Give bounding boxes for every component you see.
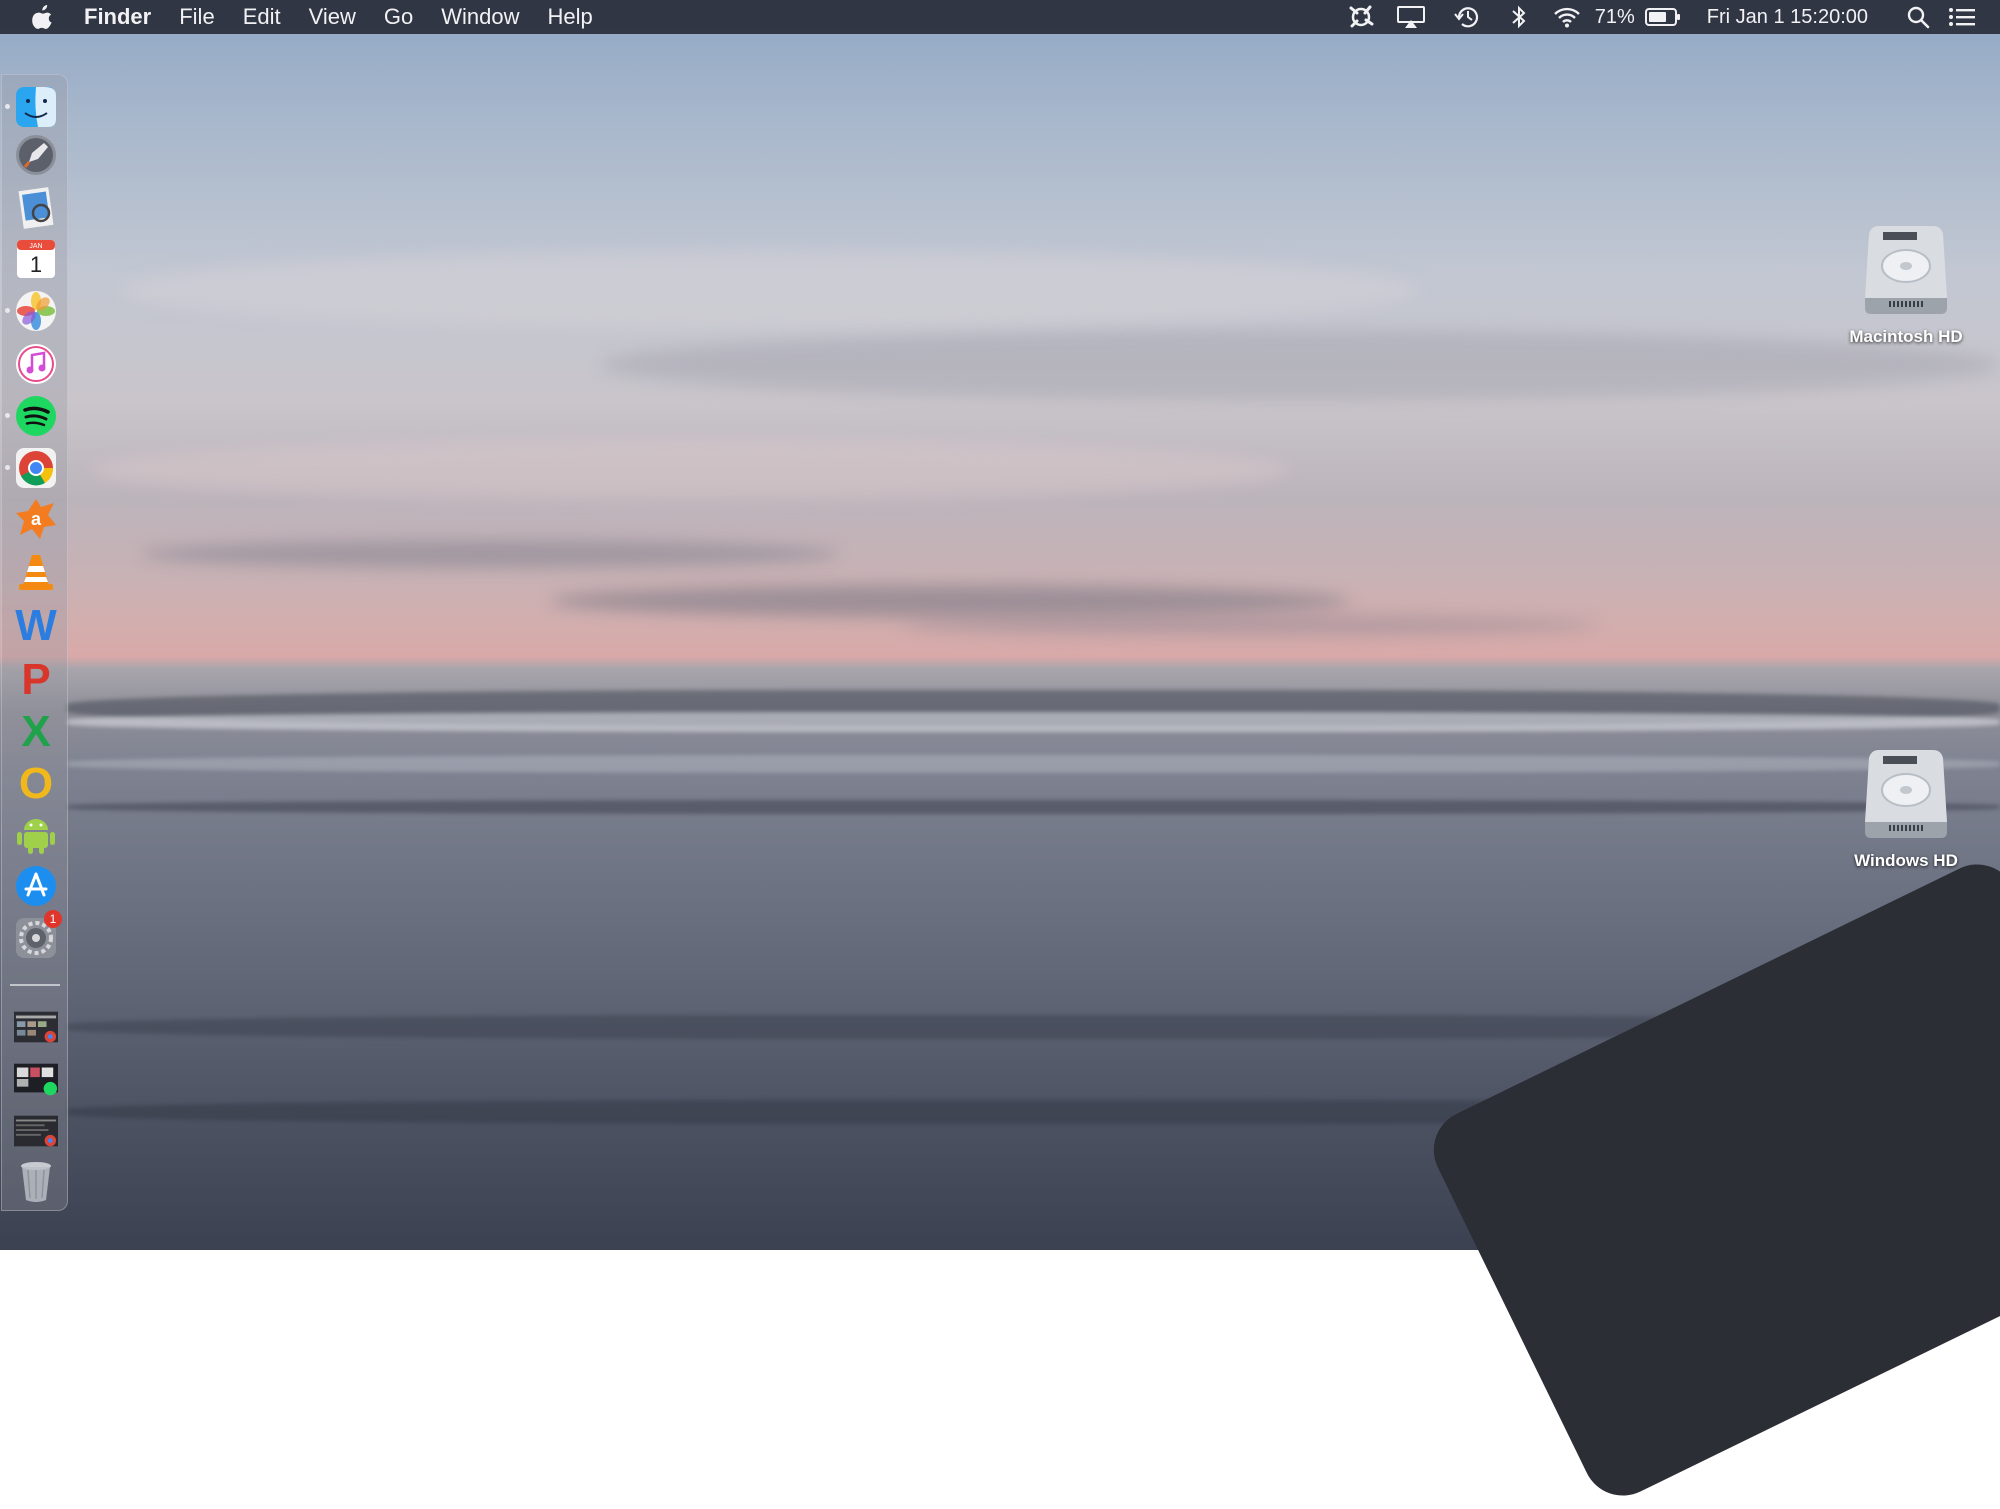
- dock-separator: [10, 984, 60, 986]
- battery-percent[interactable]: 71%: [1595, 6, 1635, 29]
- dock-minimized-window-2[interactable]: [14, 1057, 58, 1101]
- wps-writer-letter: W: [15, 602, 57, 646]
- menubar-clock[interactable]: Fri Jan 1 15:20:00: [1707, 6, 1868, 29]
- time-machine-icon[interactable]: [1439, 0, 1495, 34]
- dock-launchpad[interactable]: [14, 133, 58, 177]
- finder-icon: [16, 87, 56, 127]
- running-indicator: [5, 308, 10, 313]
- menu-view[interactable]: View: [309, 4, 356, 30]
- dock-trash[interactable]: [14, 1159, 58, 1203]
- desktop-icon-windows-hd[interactable]: Windows HD: [1826, 746, 1986, 871]
- menu-bar: Finder File Edit View Go Window Help 71%…: [0, 0, 2000, 34]
- menu-window[interactable]: Window: [441, 4, 519, 30]
- itunes-icon: [16, 344, 56, 384]
- dock-wps-writer[interactable]: W: [14, 602, 58, 646]
- hard-drive-icon: [1865, 750, 1947, 838]
- menu-edit[interactable]: Edit: [243, 4, 281, 30]
- calendar-day: 1: [30, 252, 42, 277]
- dock-app-store[interactable]: [14, 864, 58, 908]
- wps-office-icon: O: [19, 759, 53, 803]
- running-indicator: [5, 465, 10, 470]
- dock-wps-presentation[interactable]: P: [14, 655, 58, 699]
- avast-icon: a: [16, 499, 56, 539]
- launchpad-icon: [16, 135, 56, 175]
- status-menus: 71% Fri Jan 1 15:20:00: [1339, 0, 1986, 34]
- avast-menubar-icon[interactable]: [1339, 0, 1383, 34]
- dock-photos[interactable]: [14, 289, 58, 333]
- menu-help[interactable]: Help: [548, 4, 593, 30]
- preview-icon: [18, 187, 54, 229]
- minimized-chrome-window-2-icon: [14, 1115, 58, 1147]
- menu-app-finder[interactable]: Finder: [84, 4, 151, 30]
- dock-preview[interactable]: [14, 186, 58, 230]
- running-indicator: [5, 104, 10, 109]
- running-indicator: [5, 413, 10, 418]
- bluetooth-icon[interactable]: [1495, 0, 1543, 34]
- trash-icon: [21, 1162, 51, 1202]
- app-store-icon: [16, 866, 56, 906]
- chrome-icon: [16, 448, 56, 488]
- vlc-icon: [19, 555, 53, 590]
- wps-spreadsheet-icon: X: [21, 707, 50, 751]
- desktop-wallpaper: [0, 0, 2000, 1509]
- airplay-icon[interactable]: [1383, 0, 1439, 34]
- wps-spreadsheet-letter: X: [21, 707, 50, 751]
- menu-go[interactable]: Go: [384, 4, 413, 30]
- dock-minimized-window-1[interactable]: [14, 1005, 58, 1049]
- spotlight-search-icon[interactable]: [1898, 0, 1938, 34]
- minimized-spotify-window-icon: [14, 1063, 58, 1096]
- dock-wps-spreadsheet[interactable]: X: [14, 707, 58, 751]
- battery-icon[interactable]: [1643, 0, 1683, 34]
- dock-avast[interactable]: a: [14, 497, 58, 541]
- dock-chrome[interactable]: [14, 446, 58, 490]
- avast-letter: a: [31, 509, 42, 529]
- wps-presentation-letter: P: [21, 655, 50, 699]
- desktop-icon-label: Windows HD: [1854, 851, 1958, 870]
- dock-wps-office[interactable]: O: [14, 759, 58, 803]
- calendar-month: JAN: [29, 243, 42, 250]
- notification-badge: 1: [44, 910, 62, 928]
- android-studio-icon: [17, 819, 55, 854]
- dock: JAN 1 a W P X O 1: [1, 74, 68, 1211]
- desktop-icon-macintosh-hd[interactable]: Macintosh HD: [1826, 222, 1986, 347]
- wps-presentation-icon: P: [21, 655, 50, 699]
- dock-minimized-window-3[interactable]: [14, 1109, 58, 1153]
- spotify-icon: [16, 396, 56, 436]
- apple-logo-icon[interactable]: [32, 5, 54, 29]
- desktop-icon-label: Macintosh HD: [1849, 327, 1963, 346]
- dock-vlc[interactable]: [14, 550, 58, 594]
- dock-system-preferences[interactable]: 1: [14, 910, 62, 960]
- dock-android-studio[interactable]: [14, 812, 58, 856]
- menu-file[interactable]: File: [179, 4, 214, 30]
- dock-spotify[interactable]: [14, 394, 58, 438]
- dock-finder[interactable]: [14, 85, 58, 129]
- hard-drive-icon: [1865, 226, 1947, 314]
- wps-writer-icon: W: [15, 602, 57, 646]
- notification-center-icon[interactable]: [1938, 0, 1986, 34]
- minimized-chrome-window-icon: [14, 1011, 58, 1043]
- dock-itunes[interactable]: [14, 342, 58, 386]
- dock-calendar[interactable]: JAN 1: [14, 237, 58, 281]
- wps-office-letter: O: [19, 759, 53, 803]
- wifi-icon[interactable]: [1543, 0, 1591, 34]
- calendar-icon: JAN 1: [17, 240, 55, 278]
- photos-icon: [16, 291, 56, 331]
